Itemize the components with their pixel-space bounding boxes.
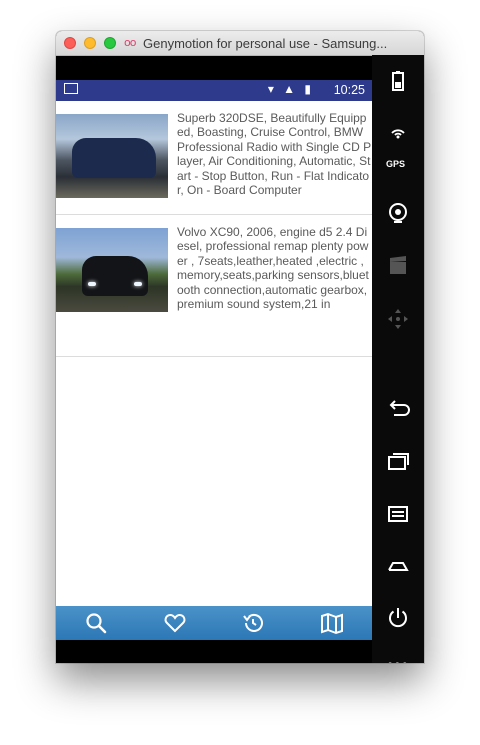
listing-description: Superb 320DSE, Beautifully Equipped, Boa… (177, 111, 372, 198)
android-screen: ▾ ▲ ▮ 10:25 Superb 320DSE, Beautifully E… (56, 80, 372, 640)
close-window-button[interactable] (64, 37, 76, 49)
headlight (88, 282, 96, 286)
gmail-notification-icon (64, 83, 78, 94)
car-thumbnail (56, 114, 168, 198)
heart-icon[interactable] (163, 611, 187, 635)
minimize-window-button[interactable] (84, 37, 96, 49)
bottom-navigation (56, 606, 372, 640)
headlight (134, 282, 142, 286)
gps-label: GPS (386, 159, 406, 169)
list-item[interactable]: Superb 320DSE, Beautifully Equipped, Boa… (56, 101, 372, 215)
history-icon[interactable] (241, 611, 265, 635)
home-icon[interactable] (386, 554, 410, 578)
list-item[interactable]: Volvo XC90, 2006, engine d5 2.4 Diesel, … (56, 215, 372, 357)
menu-icon[interactable] (386, 501, 410, 525)
window-title: Genymotion for personal use - Samsung... (143, 36, 388, 51)
webcam-icon[interactable] (386, 201, 410, 225)
media-icon[interactable] (386, 254, 410, 278)
status-icons: ▾ ▲ ▮ (267, 82, 314, 96)
status-time: 10:25 (333, 83, 365, 97)
map-icon[interactable] (320, 611, 344, 635)
recent-apps-icon[interactable] (386, 449, 410, 473)
car-thumbnail (56, 228, 168, 312)
back-icon[interactable] (386, 397, 410, 421)
android-statusbar: ▾ ▲ ▮ 10:25 (56, 80, 372, 101)
more-options-icon[interactable]: ••• (387, 655, 409, 663)
maximize-window-button[interactable] (104, 37, 116, 49)
car-image-shape (72, 138, 156, 178)
search-icon[interactable] (84, 611, 108, 635)
window-titlebar: oo Genymotion for personal use - Samsung… (56, 31, 424, 56)
gps-signal-icon[interactable] (386, 121, 410, 145)
car-image-shape (82, 256, 148, 296)
emulator-sidebar: GPS ••• (372, 55, 424, 663)
genymotion-logo: oo (124, 36, 137, 49)
emulator-window: oo Genymotion for personal use - Samsung… (56, 31, 424, 663)
power-icon[interactable] (386, 606, 410, 630)
listing-description: Volvo XC90, 2006, engine d5 2.4 Diesel, … (177, 225, 369, 312)
listing-list: Superb 320DSE, Beautifully Equipped, Boa… (56, 101, 372, 357)
battery-icon[interactable] (386, 69, 410, 93)
dpad-icon[interactable] (386, 307, 410, 331)
